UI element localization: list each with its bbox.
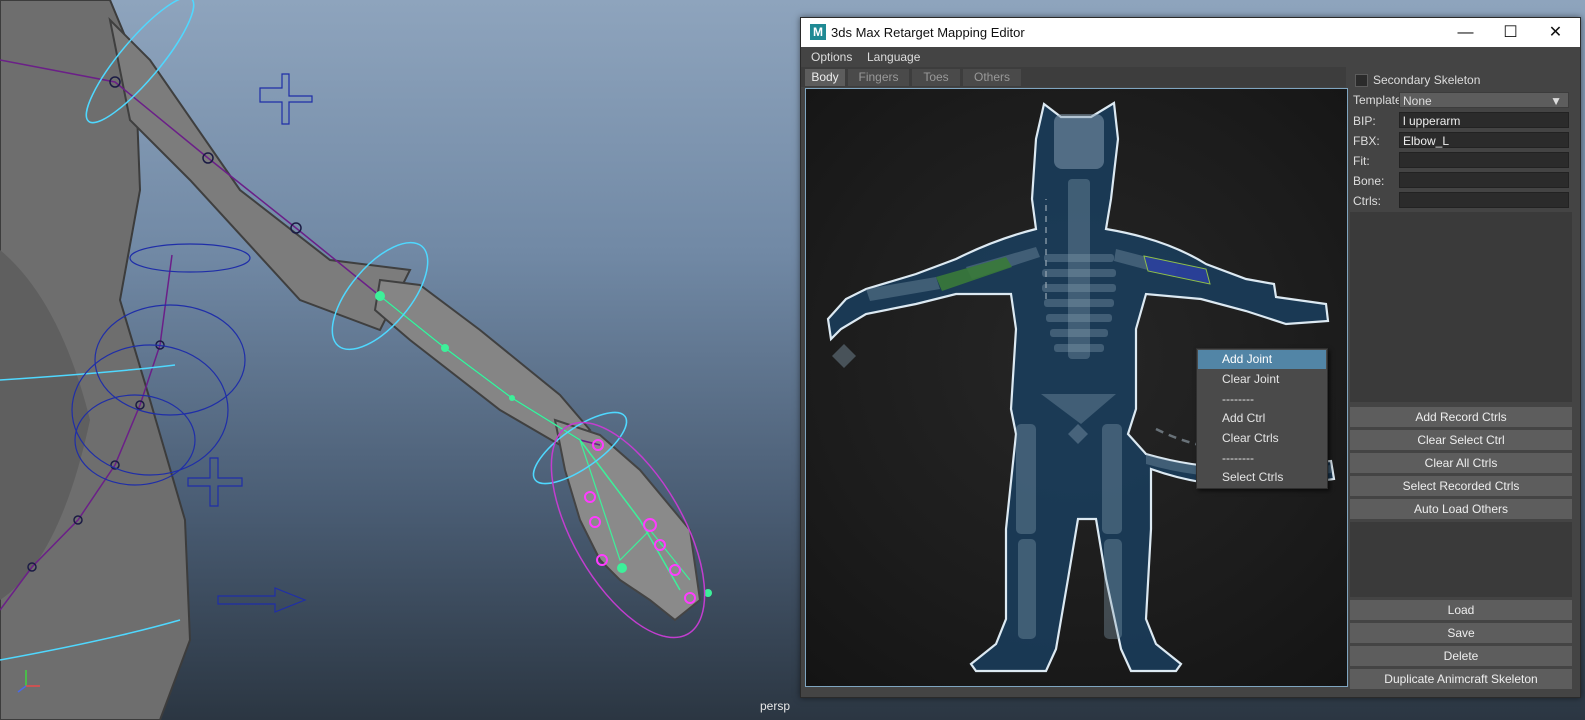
retarget-mapping-editor-window: M 3ds Max Retarget Mapping Editor — ☐ ✕ …	[800, 17, 1581, 698]
duplicate-animcraft-skeleton-button[interactable]: Duplicate Animcraft Skeleton	[1350, 669, 1572, 689]
context-menu: Add Joint Clear Joint -------- Add Ctrl …	[1196, 348, 1328, 489]
menu-item-clear-joint[interactable]: Clear Joint	[1198, 370, 1326, 389]
fit-label: Fit:	[1353, 154, 1370, 168]
body-map-canvas[interactable]: Add Joint Clear Joint -------- Add Ctrl …	[805, 88, 1348, 687]
template-value: None	[1403, 94, 1432, 108]
ctrls-label: Ctrls:	[1353, 194, 1381, 208]
save-button[interactable]: Save	[1350, 623, 1572, 643]
add-record-ctrls-button[interactable]: Add Record Ctrls	[1350, 407, 1572, 427]
ctrls-field[interactable]	[1399, 192, 1569, 208]
panel-list-area	[1350, 522, 1572, 597]
maximize-icon[interactable]: ☐	[1488, 18, 1533, 47]
secondary-skeleton-label: Secondary Skeleton	[1373, 73, 1481, 87]
menu-item-select-ctrls[interactable]: Select Ctrls	[1198, 468, 1326, 487]
menu-language[interactable]: Language	[867, 50, 920, 64]
menu-item-clear-ctrls[interactable]: Clear Ctrls	[1198, 429, 1326, 448]
tab-toes[interactable]: Toes	[912, 69, 960, 86]
template-dropdown[interactable]: None ▼	[1399, 92, 1569, 108]
chevron-down-icon: ▼	[1550, 94, 1562, 108]
properties-panel: Secondary Skeleton Template None ▼ BIP: …	[1349, 67, 1580, 697]
tab-body[interactable]: Body	[805, 69, 845, 86]
menu-options[interactable]: Options	[811, 50, 852, 64]
template-label: Template	[1353, 93, 1402, 107]
title-bar[interactable]: M 3ds Max Retarget Mapping Editor — ☐ ✕	[801, 18, 1580, 47]
bone-field[interactable]	[1399, 172, 1569, 188]
menu-separator: --------	[1222, 451, 1254, 465]
bone-label: Bone:	[1353, 174, 1385, 188]
app-icon: M	[810, 24, 826, 40]
fbx-label: FBX:	[1353, 134, 1380, 148]
clear-select-ctrl-button[interactable]: Clear Select Ctrl	[1350, 430, 1572, 450]
tab-bar: Body Fingers Toes Others	[801, 67, 1346, 87]
close-icon[interactable]: ✕	[1533, 18, 1578, 47]
fbx-field[interactable]: Elbow_L	[1399, 132, 1569, 148]
camera-label: persp	[760, 699, 791, 713]
minimize-icon[interactable]: —	[1443, 18, 1488, 47]
menu-item-add-ctrl[interactable]: Add Ctrl	[1198, 409, 1326, 428]
auto-load-others-button[interactable]: Auto Load Others	[1350, 499, 1572, 519]
menu-separator: --------	[1222, 392, 1254, 406]
bip-field[interactable]: l upperarm	[1399, 112, 1569, 128]
bip-label: BIP:	[1353, 114, 1376, 128]
load-button[interactable]: Load	[1350, 600, 1572, 620]
window-title: 3ds Max Retarget Mapping Editor	[831, 25, 1025, 40]
menu-bar: Options Language	[801, 47, 1580, 67]
viewport-scene	[0, 0, 712, 720]
select-recorded-ctrls-button[interactable]: Select Recorded Ctrls	[1350, 476, 1572, 496]
fit-field[interactable]	[1399, 152, 1569, 168]
clear-all-ctrls-button[interactable]: Clear All Ctrls	[1350, 453, 1572, 473]
menu-item-add-joint[interactable]: Add Joint	[1198, 350, 1326, 369]
tab-others[interactable]: Others	[963, 69, 1021, 86]
tab-fingers[interactable]: Fingers	[848, 69, 909, 86]
secondary-skeleton-checkbox[interactable]	[1355, 74, 1368, 87]
panel-spacer	[1350, 212, 1572, 402]
delete-button[interactable]: Delete	[1350, 646, 1572, 666]
